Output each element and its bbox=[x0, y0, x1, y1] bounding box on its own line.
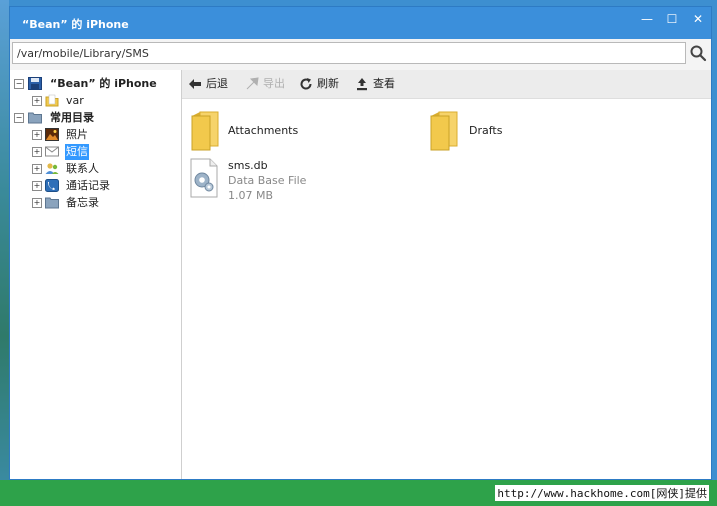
desktop-background-left bbox=[0, 0, 9, 480]
expand-toggle[interactable]: + bbox=[32, 164, 42, 174]
folder-icon bbox=[28, 112, 42, 124]
tree-label-sms: 短信 bbox=[65, 144, 89, 160]
tree-item-device[interactable]: − “Bean” 的 iPhone bbox=[14, 76, 179, 92]
photo-icon bbox=[45, 128, 59, 141]
back-arrow-icon bbox=[189, 79, 201, 89]
file-list-pane: 后退 导出 刷新 查看 Attachments Drafts sms.db Da… bbox=[182, 70, 711, 479]
search-icon[interactable] bbox=[689, 44, 707, 62]
refresh-button[interactable]: 刷新 bbox=[299, 76, 343, 92]
folder-icon bbox=[191, 111, 219, 151]
expand-toggle[interactable]: + bbox=[32, 147, 42, 157]
file-size: 1.07 MB bbox=[228, 189, 274, 202]
view-icon bbox=[357, 78, 367, 91]
save-disk-icon bbox=[28, 77, 42, 90]
path-input[interactable] bbox=[12, 42, 686, 64]
tree-item-notes[interactable]: + 备忘录 bbox=[32, 195, 179, 211]
database-file-icon bbox=[190, 158, 218, 198]
tree-item-photos[interactable]: + 照片 bbox=[32, 127, 179, 143]
view-button[interactable]: 查看 bbox=[355, 76, 399, 92]
tree-label-notes: 备忘录 bbox=[66, 196, 99, 209]
refresh-label: 刷新 bbox=[317, 77, 339, 90]
tree-label-common: 常用目录 bbox=[50, 111, 94, 124]
toolbar: 后退 导出 刷新 查看 bbox=[182, 70, 711, 99]
envelope-icon bbox=[45, 146, 59, 157]
expand-toggle[interactable]: + bbox=[32, 198, 42, 208]
file-item-drafts[interactable]: Drafts bbox=[425, 106, 635, 152]
tree-label-device: “Bean” 的 iPhone bbox=[50, 77, 157, 90]
window-title: “Bean” 的 iPhone bbox=[22, 18, 129, 31]
collapse-toggle[interactable]: − bbox=[14, 79, 24, 89]
tree-label-var: var bbox=[66, 94, 84, 107]
expand-toggle[interactable]: + bbox=[32, 96, 42, 106]
desktop-background-right bbox=[712, 0, 717, 480]
folder-icon bbox=[45, 197, 59, 209]
expand-toggle[interactable]: + bbox=[32, 130, 42, 140]
folder-icon bbox=[45, 94, 59, 107]
collapse-toggle[interactable]: − bbox=[14, 113, 24, 123]
title-bar[interactable]: “Bean” 的 iPhone — ☐ ✕ bbox=[10, 7, 711, 39]
file-name: Drafts bbox=[469, 124, 503, 137]
phone-icon bbox=[45, 179, 59, 192]
file-name: Attachments bbox=[228, 124, 299, 137]
export-button[interactable]: 导出 bbox=[245, 76, 289, 92]
folder-icon bbox=[430, 111, 458, 151]
file-name: sms.db bbox=[228, 159, 268, 172]
watermark-bar: http://www.hackhome.com[网侠]提供 bbox=[0, 480, 717, 506]
expand-toggle[interactable]: + bbox=[32, 181, 42, 191]
tree-item-calls[interactable]: + 通话记录 bbox=[32, 178, 179, 194]
back-label: 后退 bbox=[206, 77, 228, 90]
path-bar bbox=[10, 39, 711, 71]
source-credit: http://www.hackhome.com[网侠]提供 bbox=[495, 485, 709, 501]
directory-tree: − “Bean” 的 iPhone + var − 常用目录 + 照片 + 短信… bbox=[10, 70, 182, 479]
file-type: Data Base File bbox=[228, 174, 307, 187]
tree-label-calls: 通话记录 bbox=[66, 179, 110, 192]
file-item-attachments[interactable]: Attachments bbox=[186, 106, 396, 152]
tree-item-common[interactable]: − 常用目录 bbox=[14, 110, 179, 126]
tree-item-contacts[interactable]: + 联系人 bbox=[32, 161, 179, 177]
back-button[interactable]: 后退 bbox=[188, 76, 232, 92]
close-button[interactable]: ✕ bbox=[687, 11, 709, 27]
export-label: 导出 bbox=[263, 77, 285, 90]
file-browser-window: “Bean” 的 iPhone — ☐ ✕ − “Bean” 的 iPhone … bbox=[9, 6, 712, 480]
tree-label-photos: 照片 bbox=[66, 128, 88, 141]
refresh-icon bbox=[300, 78, 312, 90]
tree-label-contacts: 联系人 bbox=[66, 162, 99, 175]
maximize-button[interactable]: ☐ bbox=[661, 11, 683, 27]
export-arrow-icon bbox=[246, 77, 259, 90]
contacts-icon bbox=[45, 163, 59, 174]
minimize-button[interactable]: — bbox=[636, 11, 658, 27]
tree-item-sms[interactable]: + 短信 bbox=[32, 144, 179, 160]
file-item-sms-db[interactable]: sms.db Data Base File 1.07 MB bbox=[188, 156, 398, 204]
view-label: 查看 bbox=[373, 77, 395, 90]
tree-item-var[interactable]: + var bbox=[32, 93, 179, 109]
